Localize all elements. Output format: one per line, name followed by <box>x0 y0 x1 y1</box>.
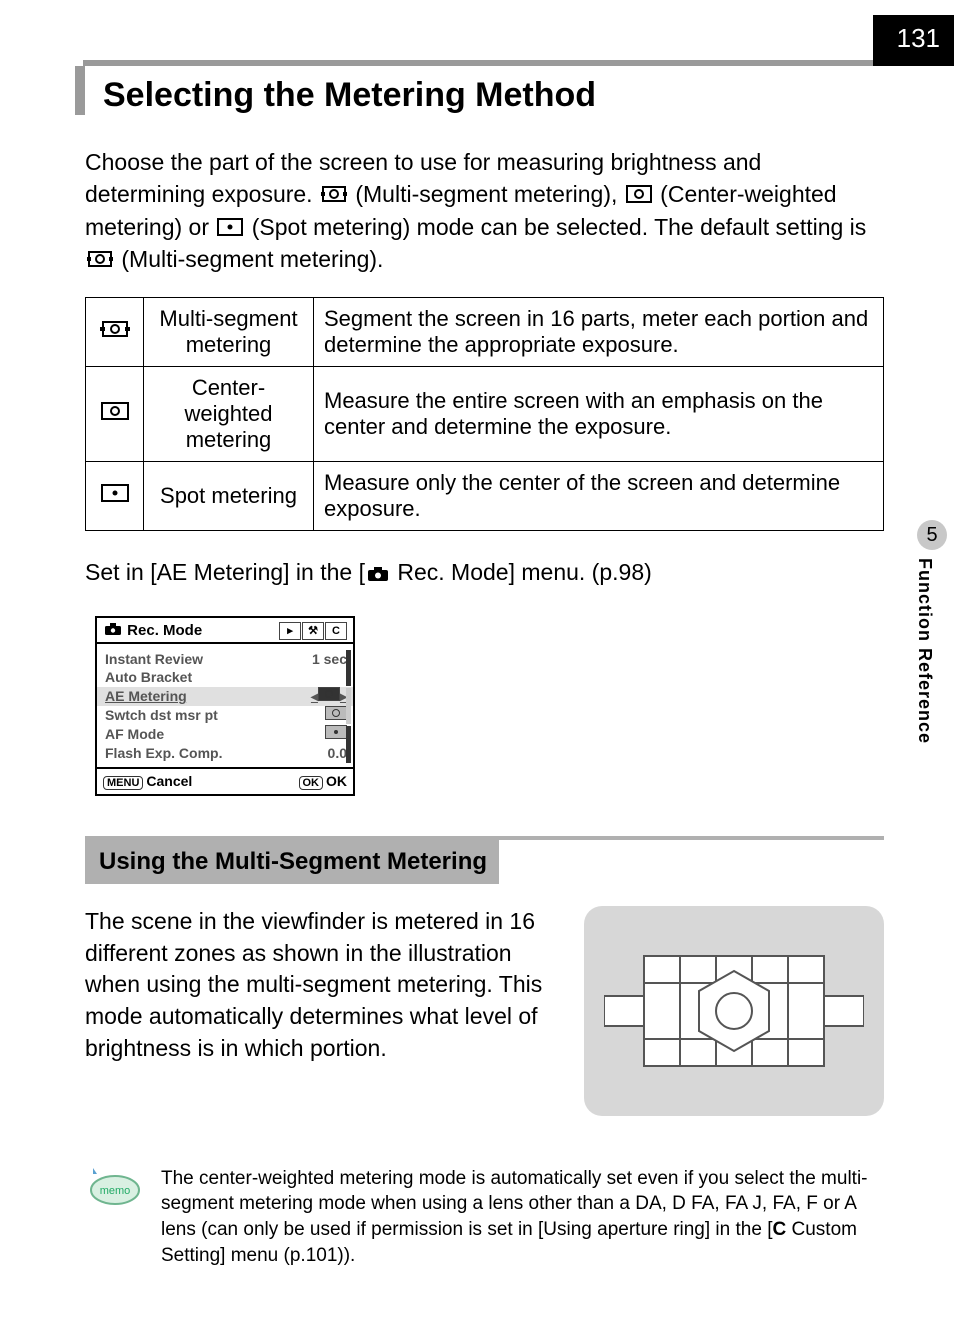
lcd-row: AF Mode <box>105 725 347 744</box>
setup-tab-icon: ⚒ <box>302 622 324 640</box>
ok-badge-icon: OK <box>299 776 324 790</box>
row-name: Spot metering <box>144 462 314 531</box>
multiseg-paragraph: The scene in the viewfinder is metered i… <box>85 906 554 1116</box>
table-row: Multi-segment metering Segment the scree… <box>86 298 884 367</box>
lcd-row: Flash Exp. Comp. 0.0 <box>105 744 347 763</box>
metering-zones-diagram <box>584 906 884 1116</box>
lcd-menu: Rec. Mode ▸ ⚒ C Instant Review 1 sec Aut… <box>95 616 355 796</box>
label: Swtch dst msr pt <box>105 706 218 725</box>
text: (Multi-segment metering), <box>355 181 623 207</box>
spot-icon <box>217 213 243 245</box>
row-desc: Measure only the center of the screen an… <box>314 462 884 531</box>
lcd-body: Instant Review 1 sec Auto Bracket AE Met… <box>97 644 353 767</box>
subheading: Using the Multi-Segment Metering <box>85 840 499 884</box>
row-desc: Measure the entire screen with an emphas… <box>314 367 884 462</box>
row-name: Center-weighted metering <box>144 367 314 462</box>
lcd-row: Auto Bracket <box>105 668 347 687</box>
value: 1 sec <box>312 650 347 669</box>
set-in-text: Set in [AE Metering] in the [ Rec. Mode]… <box>85 559 884 587</box>
lcd-header: Rec. Mode ▸ ⚒ C <box>97 618 353 644</box>
table-row: Spot metering Measure only the center of… <box>86 462 884 531</box>
text: (Multi-segment metering). <box>121 246 383 272</box>
value <box>325 706 347 725</box>
cancel-label: Cancel <box>146 773 192 789</box>
text: The center-weighted metering mode is aut… <box>161 1168 868 1240</box>
metering-table: Multi-segment metering Segment the scree… <box>85 297 884 531</box>
row-desc: Segment the screen in 16 parts, meter ea… <box>314 298 884 367</box>
camera-icon <box>105 622 121 639</box>
subheading-rule: Using the Multi-Segment Metering <box>85 836 884 884</box>
value: 0.0 <box>328 744 347 763</box>
menu-badge-icon: MENU <box>103 776 143 790</box>
row-icon <box>86 367 144 462</box>
memo-note: memo The center-weighted metering mode i… <box>85 1166 884 1269</box>
value <box>325 725 347 744</box>
text: Rec. Mode] menu. (p.98) <box>391 559 652 585</box>
page-title: Selecting the Metering Method <box>75 66 884 115</box>
scrollbar <box>346 650 351 763</box>
center-weighted-icon <box>626 180 652 212</box>
memo-badge-icon: memo <box>85 1166 141 1211</box>
multi-segment-icon <box>87 245 113 277</box>
ok-label: OK <box>326 773 347 789</box>
text: (Spot metering) mode can be selected. Th… <box>252 214 867 240</box>
label: AE Metering <box>105 687 187 706</box>
memo-text: The center-weighted metering mode is aut… <box>161 1166 884 1269</box>
lcd-footer: MENUCancel OKOK <box>97 767 353 794</box>
table-row: Center-weighted metering Measure the ent… <box>86 367 884 462</box>
row-icon <box>86 462 144 531</box>
label: Flash Exp. Comp. <box>105 744 222 763</box>
play-tab-icon: ▸ <box>279 622 301 640</box>
custom-tab-icon: C <box>325 622 347 640</box>
row-icon <box>86 298 144 367</box>
lcd-tabs: ▸ ⚒ C <box>279 622 347 640</box>
svg-text:memo: memo <box>100 1185 131 1197</box>
label: Instant Review <box>105 650 203 669</box>
chapter-tab: 5 Function Reference <box>914 520 954 744</box>
camera-icon <box>367 561 389 588</box>
chapter-title: Function Reference <box>914 558 935 744</box>
custom-menu-letter: C <box>772 1219 786 1240</box>
page-number: 131 <box>873 15 954 66</box>
text: Set in [AE Metering] in the [ <box>85 559 365 585</box>
lcd-title: Rec. Mode <box>127 622 202 639</box>
value: ◂▸ <box>311 687 347 706</box>
row-name: Multi-segment metering <box>144 298 314 367</box>
label: AF Mode <box>105 725 164 744</box>
lcd-row: Instant Review 1 sec <box>105 650 347 669</box>
lcd-row: Swtch dst msr pt <box>105 706 347 725</box>
chapter-number: 5 <box>917 520 947 550</box>
lcd-row-selected: AE Metering ◂▸ <box>97 687 353 706</box>
multi-segment-icon <box>321 180 347 212</box>
intro-paragraph: Choose the part of the screen to use for… <box>85 147 884 277</box>
label: Auto Bracket <box>105 668 192 687</box>
heading-rule: Selecting the Metering Method <box>83 60 884 115</box>
